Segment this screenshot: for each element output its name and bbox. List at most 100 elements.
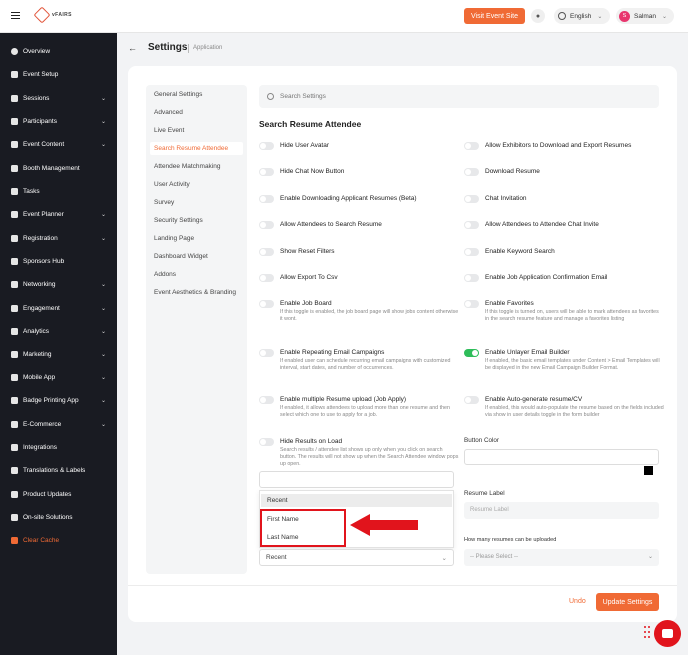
sidebar-item[interactable]: Participants ⌄ <box>0 114 117 128</box>
search-settings[interactable] <box>259 85 659 108</box>
setting-toggle[interactable] <box>464 168 479 176</box>
setting-label: Enable Auto-generate resume/CV <box>485 396 583 403</box>
sidebar-item[interactable]: E-Commerce ⌄ <box>0 417 117 431</box>
resume-label-label: Resume Label <box>464 490 505 497</box>
settings-tab[interactable]: Event Aesthetics & Branding <box>154 289 236 296</box>
sidebar-item-label: On-site Solutions <box>23 513 73 521</box>
setting-toggle[interactable] <box>464 248 479 256</box>
sidebar-item[interactable]: Badge Printing App ⌄ <box>0 393 117 407</box>
search-input[interactable] <box>280 93 580 100</box>
sidebar-item[interactable]: Analytics ⌄ <box>0 324 117 338</box>
button-color-swatch[interactable] <box>644 466 653 475</box>
logo[interactable]: vFAIRS <box>33 6 72 24</box>
sidebar-item[interactable]: Registration ⌄ <box>0 231 117 245</box>
section-title: Search Resume Attendee <box>259 119 362 129</box>
logo-text: vFAIRS <box>52 12 72 18</box>
setting-toggle[interactable] <box>259 396 274 404</box>
sidebar-item[interactable]: Translations & Labels <box>0 463 117 477</box>
sidebar-item[interactable]: Sessions ⌄ <box>0 91 117 105</box>
visit-event-site-button[interactable]: Visit Event Site <box>464 8 525 24</box>
settings-tab[interactable]: Attendee Matchmaking <box>154 163 220 170</box>
sidebar-item[interactable]: Event Planner ⌄ <box>0 207 117 221</box>
setting-toggle[interactable] <box>259 349 274 357</box>
sidebar-item[interactable]: Engagement ⌄ <box>0 301 117 315</box>
chevron-down-icon: ⌄ <box>100 211 106 218</box>
setting-toggle[interactable] <box>464 349 479 357</box>
setting-label: Show Reset Filters <box>280 248 335 255</box>
sidebar-item[interactable]: Event Content ⌄ <box>0 137 117 151</box>
sidebar-item[interactable]: Integrations <box>0 440 117 454</box>
undo-button[interactable]: Undo <box>569 598 586 605</box>
settings-tab[interactable]: User Activity <box>154 181 190 188</box>
setting-toggle[interactable] <box>259 142 274 150</box>
setting-text: Enable Favorites If this toggle is turned… <box>485 300 664 323</box>
setting-toggle[interactable] <box>464 142 479 150</box>
cache-icon <box>11 536 18 544</box>
setting-toggle[interactable] <box>259 300 274 308</box>
settings-tab[interactable]: Search Resume Attendee <box>150 142 243 155</box>
settings-tab[interactable]: Addons <box>154 271 176 278</box>
sidebar-item[interactable]: Sponsors Hub <box>0 254 117 268</box>
sidebar-item[interactable]: Overview <box>0 44 117 58</box>
sidebar-item[interactable]: Event Setup <box>0 67 117 81</box>
settings-tab[interactable]: Live Event <box>154 127 184 134</box>
update-settings-button[interactable]: Update Settings <box>596 593 659 611</box>
settings-tab[interactable]: Landing Page <box>154 235 194 242</box>
setting-toggle[interactable] <box>259 274 274 282</box>
sidebar-item[interactable]: Marketing ⌄ <box>0 347 117 361</box>
setting-description: If enabled user can schedule recurring e… <box>280 358 451 371</box>
dropdown-option[interactable]: Recent <box>261 494 452 507</box>
sidebar-item[interactable]: Mobile App ⌄ <box>0 370 117 384</box>
settings-tab[interactable]: General Settings <box>154 91 202 98</box>
content-icon <box>11 140 18 148</box>
sidebar-item-label: Sponsors Hub <box>23 257 65 265</box>
chevron-down-icon: ⌄ <box>100 141 106 148</box>
setting-text: Enable Keyword Search <box>485 248 555 256</box>
settings-tab[interactable]: Advanced <box>154 109 183 116</box>
settings-tab[interactable]: Security Settings <box>154 217 203 224</box>
user-menu[interactable]: S Salman ⌄ <box>616 8 674 24</box>
hamburger-menu-icon[interactable] <box>11 12 20 19</box>
lightbulb-icon[interactable]: ● <box>531 9 545 23</box>
translate-icon <box>11 466 18 474</box>
setting-toggle[interactable] <box>464 274 479 282</box>
language-selector[interactable]: English ⌄ <box>554 8 610 24</box>
button-color-input[interactable] <box>464 449 659 465</box>
sort-select-value: Recent <box>266 554 287 561</box>
drag-handle-icon[interactable] <box>644 626 651 640</box>
resume-count-select[interactable]: -- Please Select -- ⌄ <box>464 549 659 566</box>
settings-tab[interactable]: Dashboard Widget <box>154 253 208 260</box>
page-title: Settings <box>148 42 188 53</box>
settings-tab[interactable]: Survey <box>154 199 174 206</box>
sidebar-item[interactable]: Clear Cache <box>0 533 117 547</box>
dropdown-search-input[interactable] <box>259 471 454 488</box>
setting-label: Download Resume <box>485 168 540 175</box>
resume-label-input[interactable]: Resume Label <box>464 502 659 519</box>
setting-toggle[interactable] <box>464 300 479 308</box>
setting-option: Enable multiple Resume upload (Job Apply… <box>259 396 459 419</box>
sort-select[interactable]: Recent ⌄ <box>259 549 454 566</box>
chat-button[interactable] <box>654 620 681 647</box>
mobile-icon <box>11 373 18 381</box>
setting-toggle[interactable] <box>464 195 479 203</box>
sidebar-item[interactable]: Booth Management <box>0 161 117 175</box>
setting-toggle[interactable] <box>259 221 274 229</box>
setting-option: Enable Keyword Search <box>464 248 664 256</box>
setting-description: Search results / attendee list shows up … <box>280 447 459 467</box>
sidebar-item[interactable]: Networking ⌄ <box>0 277 117 291</box>
sidebar-item[interactable]: Product Updates <box>0 487 117 501</box>
setting-toggle[interactable] <box>464 396 479 404</box>
setting-toggle[interactable] <box>259 168 274 176</box>
updates-icon <box>11 490 18 498</box>
setting-toggle[interactable] <box>259 195 274 203</box>
sidebar-item[interactable]: Tasks <box>0 184 117 198</box>
sidebar-item[interactable]: On-site Solutions <box>0 510 117 524</box>
setting-toggle[interactable] <box>464 221 479 229</box>
setting-toggle[interactable] <box>259 248 274 256</box>
back-arrow-icon[interactable]: ← <box>128 43 137 53</box>
setting-text: Hide Chat Now Button <box>280 168 344 176</box>
overview-icon <box>11 47 18 55</box>
setting-option: Enable Unlayer Email Builder If enabled, … <box>464 349 664 372</box>
setting-toggle[interactable] <box>259 438 274 446</box>
setting-option: Hide Results on Load Search results / att… <box>259 438 459 468</box>
